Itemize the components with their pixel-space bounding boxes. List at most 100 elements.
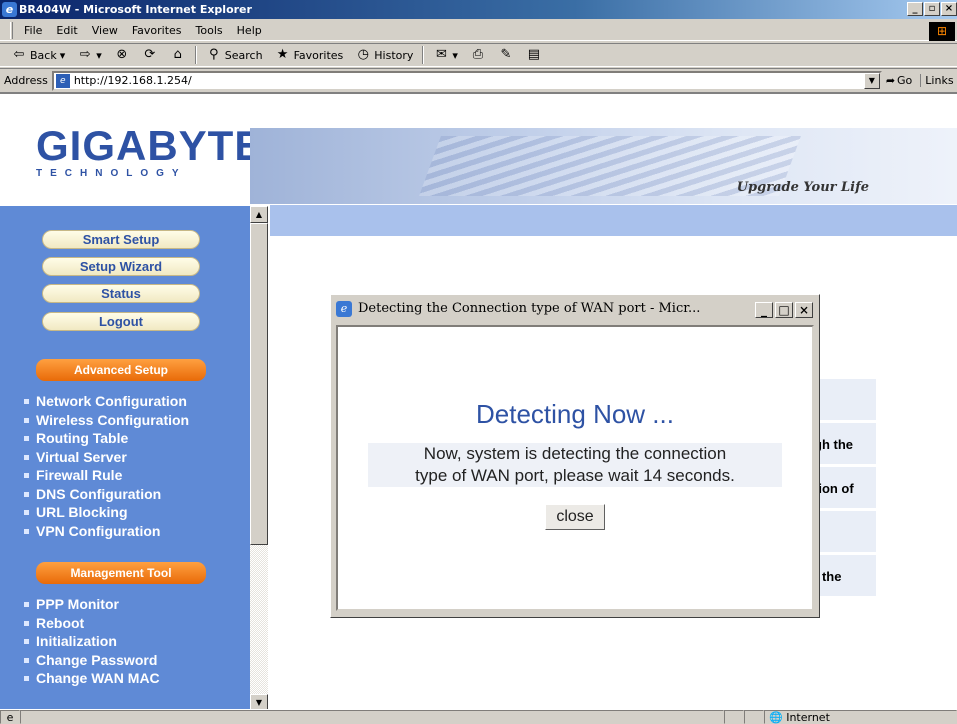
- page-header: GIGABYTE TECHNOLOGY Upgrade Your Life: [0, 94, 957, 206]
- history-icon: ◷: [357, 47, 369, 62]
- search-button[interactable]: ⚲ Search: [203, 47, 266, 63]
- menu-tools[interactable]: Tools: [189, 24, 230, 37]
- refresh-icon: ⟳: [144, 47, 156, 62]
- maximize-button[interactable]: ▫: [924, 2, 940, 16]
- close-window-button[interactable]: ×: [941, 2, 957, 16]
- mail-icon: ✉: [435, 47, 447, 62]
- scroll-up-button[interactable]: ▲: [250, 206, 268, 223]
- status-progress: [724, 710, 744, 724]
- toolbar-grip: [10, 21, 13, 39]
- nav-reboot[interactable]: Reboot: [22, 614, 160, 633]
- logout-button[interactable]: Logout: [42, 312, 200, 331]
- advanced-setup-list: Network Configuration Wireless Configura…: [22, 392, 189, 540]
- forward-button[interactable]: ⇨ ▾: [74, 47, 105, 63]
- ie-icon: e: [2, 2, 17, 17]
- search-icon: ⚲: [209, 47, 219, 62]
- windows-logo-icon: ⊞: [929, 22, 955, 41]
- popup-close-button[interactable]: ×: [795, 302, 813, 318]
- popup-body: Detecting Now ... Now, system is detecti…: [336, 325, 814, 611]
- back-button[interactable]: ⇦ Back ▾: [8, 47, 68, 63]
- background-content-table: gh the tion of f the: [812, 379, 876, 599]
- background-row: f the: [812, 555, 876, 599]
- background-row: [812, 379, 876, 423]
- home-icon: ⌂: [173, 47, 182, 62]
- logo-text: GIGABYTE: [36, 122, 264, 169]
- menu-edit[interactable]: Edit: [49, 24, 84, 37]
- sidebar-scrollbar[interactable]: ▲ ▼: [250, 206, 268, 709]
- status-zone-label: Internet: [786, 711, 830, 724]
- back-label: Back: [30, 48, 57, 62]
- setup-wizard-button[interactable]: Setup Wizard: [42, 257, 200, 276]
- go-label: Go: [897, 74, 913, 87]
- menu-help[interactable]: Help: [230, 24, 269, 37]
- popup-maximize-button[interactable]: □: [775, 302, 793, 318]
- history-button[interactable]: ◷ History: [352, 47, 416, 63]
- mail-button[interactable]: ✉ ▾: [430, 47, 461, 63]
- nav-firewall-rule[interactable]: Firewall Rule: [22, 466, 189, 485]
- detecting-message-line1: Now, system is detecting the connection: [423, 444, 727, 463]
- detecting-popup-window: e Detecting the Connection type of WAN p…: [330, 294, 820, 618]
- management-tool-header: Management Tool: [36, 562, 206, 584]
- detecting-message-line2: type of WAN port, please wait 14 seconds…: [415, 466, 735, 485]
- toolbar-separator: [194, 46, 197, 64]
- background-row: gh the: [812, 423, 876, 467]
- status-text: [20, 710, 724, 724]
- nav-vpn-configuration[interactable]: VPN Configuration: [22, 522, 189, 541]
- nav-dns-configuration[interactable]: DNS Configuration: [22, 485, 189, 504]
- smart-setup-button[interactable]: Smart Setup: [42, 230, 200, 249]
- address-dropdown-button[interactable]: ▼: [863, 72, 880, 89]
- address-input[interactable]: e http://192.168.1.254/ ▼: [51, 70, 882, 91]
- header-banner: Upgrade Your Life: [250, 128, 957, 204]
- scroll-down-button[interactable]: ▼: [250, 694, 268, 709]
- menu-file[interactable]: File: [17, 24, 49, 37]
- print-button[interactable]: ⎙: [467, 47, 489, 63]
- ie-icon: e: [336, 301, 352, 317]
- stop-button[interactable]: ⊗: [111, 47, 133, 63]
- status-zone: 🌐 Internet: [764, 710, 957, 724]
- minimize-button[interactable]: _: [907, 2, 923, 16]
- home-button[interactable]: ⌂: [167, 47, 189, 63]
- detecting-message: Now, system is detecting the connection …: [368, 443, 782, 487]
- toolbar-separator: [422, 46, 425, 64]
- scroll-thumb[interactable]: [250, 223, 268, 545]
- background-row: [812, 511, 876, 555]
- internet-globe-icon: 🌐: [769, 711, 783, 724]
- status-button[interactable]: Status: [42, 284, 200, 303]
- page-icon: e: [55, 73, 70, 88]
- popup-title-bar: e Detecting the Connection type of WAN p…: [334, 298, 816, 320]
- discuss-icon: ▤: [527, 47, 541, 62]
- nav-url-blocking[interactable]: URL Blocking: [22, 503, 189, 522]
- browser-window: e BR404W - Microsoft Internet Explorer _…: [0, 0, 957, 724]
- close-button[interactable]: close: [545, 504, 605, 530]
- nav-network-configuration[interactable]: Network Configuration: [22, 392, 189, 411]
- menu-bar: File Edit View Favorites Tools Help: [0, 20, 957, 41]
- menu-view[interactable]: View: [85, 24, 125, 37]
- links-button[interactable]: Links: [920, 74, 954, 87]
- favorites-icon: ★: [276, 47, 289, 62]
- status-page-icon: e: [0, 710, 20, 724]
- refresh-button[interactable]: ⟳: [139, 47, 161, 63]
- edit-button[interactable]: ✎: [495, 47, 517, 63]
- favorites-button[interactable]: ★ Favorites: [272, 47, 347, 63]
- address-url: http://192.168.1.254/: [73, 74, 192, 87]
- go-button[interactable]: ➦ Go: [886, 74, 912, 87]
- nav-virtual-server[interactable]: Virtual Server: [22, 448, 189, 467]
- menu-favorites[interactable]: Favorites: [125, 24, 189, 37]
- nav-change-wan-mac[interactable]: Change WAN MAC: [22, 669, 160, 688]
- window-title: BR404W - Microsoft Internet Explorer: [19, 3, 252, 16]
- nav-wireless-configuration[interactable]: Wireless Configuration: [22, 411, 189, 430]
- print-icon: ⎙: [472, 47, 484, 62]
- popup-title: Detecting the Connection type of WAN por…: [358, 301, 701, 316]
- nav-routing-table[interactable]: Routing Table: [22, 429, 189, 448]
- popup-minimize-button[interactable]: _: [755, 302, 773, 318]
- discuss-button[interactable]: ▤: [523, 47, 545, 63]
- content-header-bar: [270, 205, 957, 236]
- nav-initialization[interactable]: Initialization: [22, 632, 160, 651]
- advanced-setup-header: Advanced Setup: [36, 359, 206, 381]
- history-label: History: [374, 48, 414, 62]
- management-tool-list: PPP Monitor Reboot Initialization Change…: [22, 595, 160, 688]
- nav-ppp-monitor[interactable]: PPP Monitor: [22, 595, 160, 614]
- detecting-heading: Detecting Now ...: [476, 399, 674, 429]
- nav-change-password[interactable]: Change Password: [22, 651, 160, 670]
- background-row: tion of: [812, 467, 876, 511]
